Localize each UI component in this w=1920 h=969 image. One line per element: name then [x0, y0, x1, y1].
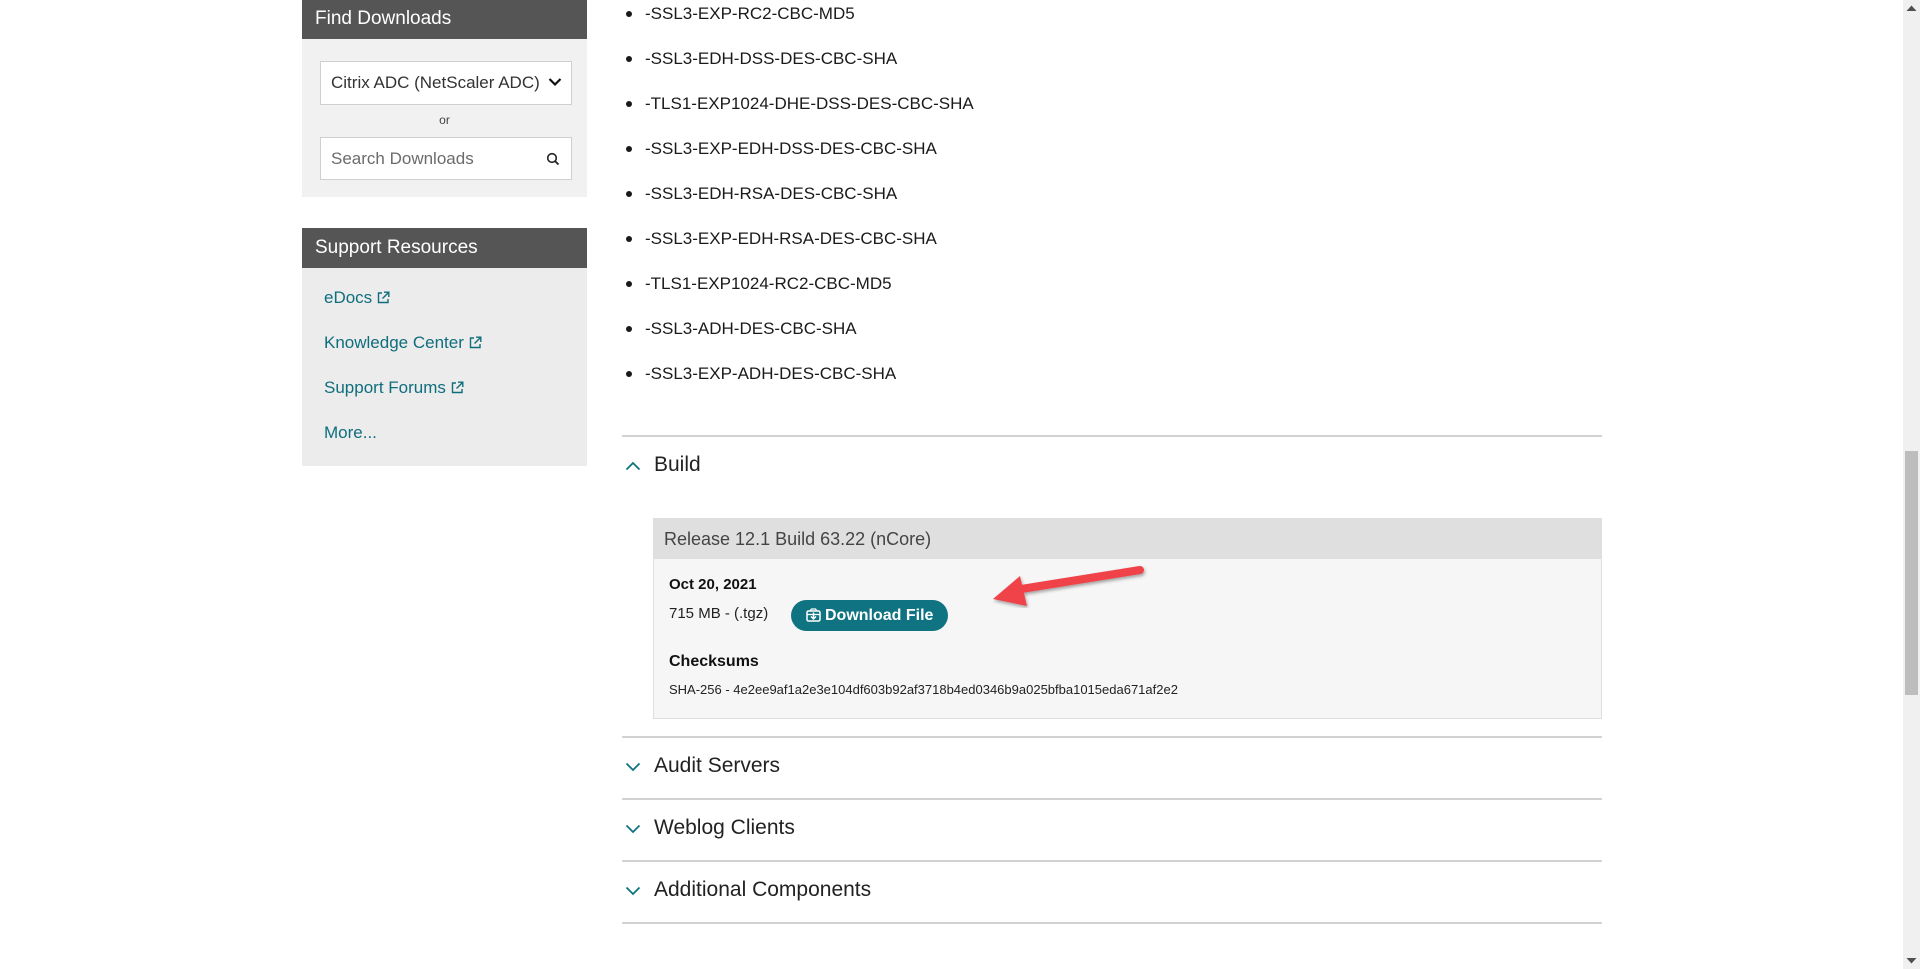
support-links: eDocs Knowledge Center Support Forums Mo…	[302, 268, 587, 462]
chevron-down-icon	[625, 824, 641, 834]
link-label: eDocs	[324, 288, 373, 307]
scrollbar-thumb[interactable]	[1905, 451, 1918, 695]
cipher-name: -SSL3-EDH-RSA-DES-CBC-SHA	[645, 184, 898, 203]
download-file-button[interactable]: Download File	[791, 600, 948, 631]
cipher-name: -SSL3-EXP-EDH-RSA-DES-CBC-SHA	[645, 229, 937, 248]
bullet	[626, 371, 632, 377]
external-link-icon	[469, 336, 482, 349]
accordion-title: Build	[654, 453, 701, 476]
chevron-up-icon	[625, 461, 641, 471]
bullet	[626, 236, 632, 242]
chevron-down-icon	[625, 762, 641, 772]
product-select-value: Citrix ADC (NetScaler ADC)	[331, 73, 539, 92]
bullet	[626, 146, 632, 152]
bullet	[626, 11, 632, 17]
release-card: Release 12.1 Build 63.22 (nCore) Oct 20,…	[653, 518, 1602, 719]
bullet	[626, 191, 632, 197]
cipher-name: -SSL3-EXP-RC2-CBC-MD5	[645, 4, 855, 23]
link-label: Knowledge Center	[324, 333, 464, 352]
download-label: Download File	[825, 607, 934, 624]
find-downloads-title: Find Downloads	[302, 0, 587, 39]
chevron-down-icon	[548, 78, 562, 87]
link-edocs[interactable]: eDocs	[324, 282, 587, 327]
cipher-name: -TLS1-EXP1024-DHE-DSS-DES-CBC-SHA	[645, 94, 974, 113]
search-icon[interactable]	[546, 152, 560, 166]
cipher-name: -SSL3-EXP-EDH-DSS-DES-CBC-SHA	[645, 139, 937, 158]
page-scrollbar[interactable]	[1903, 0, 1920, 969]
divider	[622, 736, 1602, 738]
cipher-name: -TLS1-EXP1024-RC2-CBC-MD5	[645, 274, 892, 293]
link-more[interactable]: More...	[324, 417, 587, 462]
accordion-title: Additional Components	[654, 878, 872, 901]
chevron-down-icon	[625, 886, 641, 896]
bullet	[626, 326, 632, 332]
product-select[interactable]: Citrix ADC (NetScaler ADC)	[320, 61, 572, 105]
checksum-value: SHA-256 - 4e2ee9af1a2e3e104df603b92af371…	[669, 682, 1178, 697]
link-knowledge-center[interactable]: Knowledge Center	[324, 327, 587, 372]
accordion-build[interactable]: Build	[622, 447, 1602, 487]
cipher-name: -SSL3-EXP-ADH-DES-CBC-SHA	[645, 364, 897, 383]
bullet	[626, 281, 632, 287]
support-resources-panel: Support Resources eDocs Knowledge Center…	[302, 228, 587, 466]
support-resources-title: Support Resources	[302, 228, 587, 268]
or-label: or	[439, 113, 450, 127]
external-link-icon	[451, 381, 464, 394]
cipher-name: -SSL3-EDH-DSS-DES-CBC-SHA	[645, 49, 898, 68]
divider	[622, 922, 1602, 924]
link-support-forums[interactable]: Support Forums	[324, 372, 587, 417]
bullet	[626, 101, 632, 107]
download-icon	[806, 608, 821, 622]
divider	[622, 435, 1602, 437]
release-title: Release 12.1 Build 63.22 (nCore)	[654, 519, 1601, 559]
accordion-additional-components[interactable]: Additional Components	[622, 872, 1602, 912]
bullet	[626, 56, 632, 62]
divider	[622, 798, 1602, 800]
accordion-audit-servers[interactable]: Audit Servers	[622, 748, 1602, 788]
scroll-down-arrow-icon[interactable]	[1906, 957, 1917, 965]
find-downloads-panel: Find Downloads Citrix ADC (NetScaler ADC…	[302, 0, 587, 197]
release-date: Oct 20, 2021	[669, 576, 757, 593]
search-box	[320, 137, 572, 180]
accordion-title: Audit Servers	[654, 754, 781, 777]
checksums-label: Checksums	[669, 653, 759, 670]
search-input[interactable]	[321, 138, 531, 179]
accordion-title: Weblog Clients	[654, 816, 795, 839]
divider	[622, 860, 1602, 862]
external-link-icon	[377, 291, 390, 304]
cipher-name: -SSL3-ADH-DES-CBC-SHA	[645, 319, 857, 338]
link-label: Support Forums	[324, 378, 446, 397]
file-size: 715 MB - (.tgz)	[669, 605, 769, 622]
scroll-up-arrow-icon[interactable]	[1906, 4, 1917, 12]
accordion-weblog-clients[interactable]: Weblog Clients	[622, 810, 1602, 850]
